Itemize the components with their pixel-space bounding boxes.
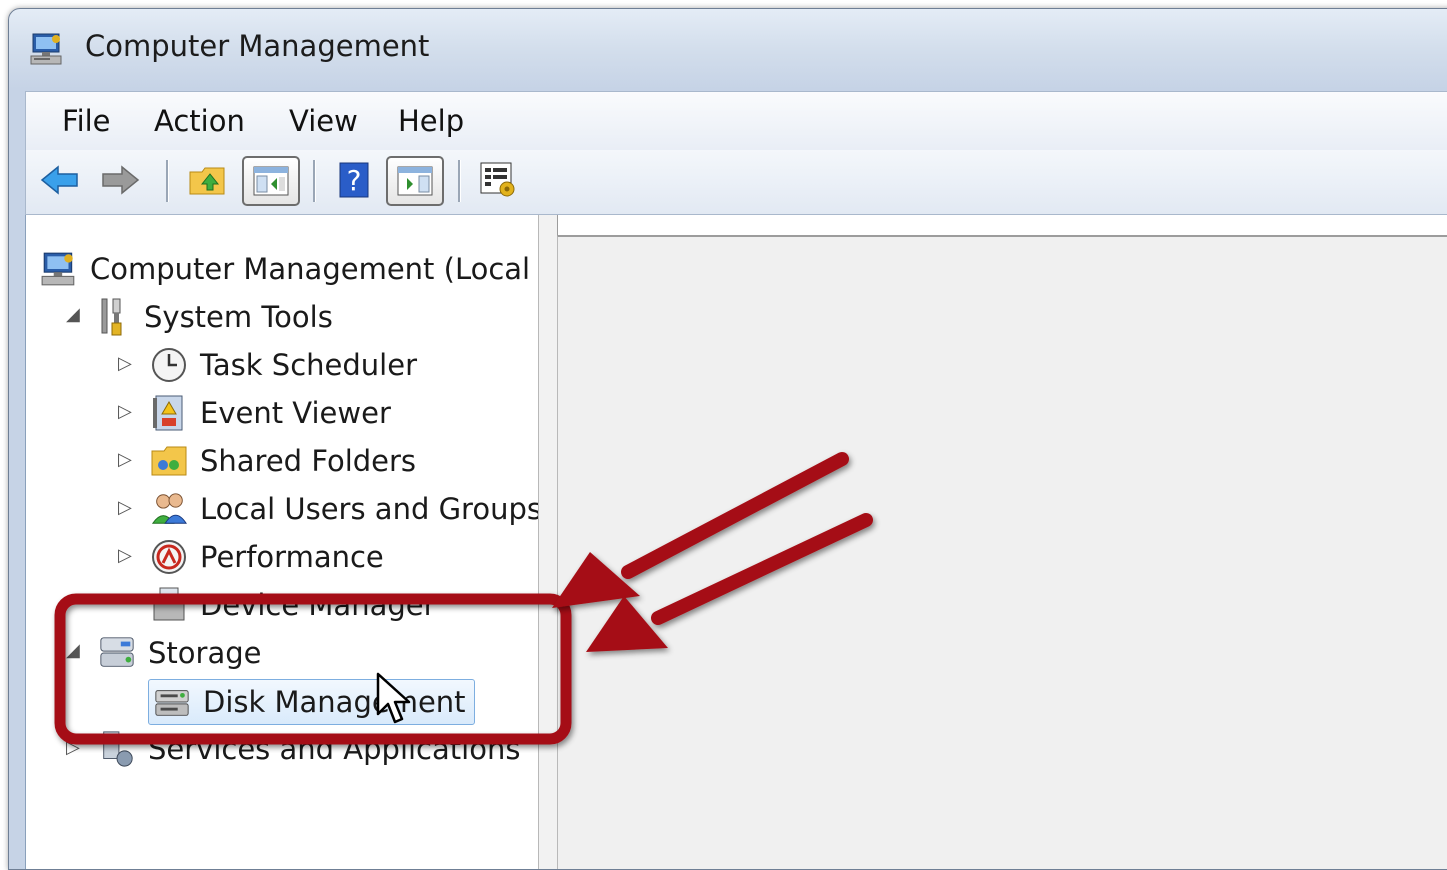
properties-icon xyxy=(480,162,515,197)
tree-item-system-tools[interactable]: System Tools xyxy=(94,295,333,339)
performance-icon xyxy=(150,538,188,576)
tree-item-label: Disk Management xyxy=(203,685,466,719)
back-button[interactable] xyxy=(38,158,82,202)
collapse-arrow-icon[interactable]: ◢ xyxy=(66,304,80,325)
expand-arrow-icon[interactable]: ▷ xyxy=(118,449,132,470)
window-title: Computer Management xyxy=(85,29,430,63)
svg-text:?: ? xyxy=(347,164,362,197)
show-hide-console-tree-button[interactable] xyxy=(242,156,300,206)
services-icon xyxy=(98,730,136,768)
tree-item-storage[interactable]: Storage xyxy=(98,631,261,675)
main-content: Computer Management (Local ◢ System Tool… xyxy=(25,215,1447,869)
computer-management-icon xyxy=(40,250,78,288)
collapse-arrow-icon[interactable]: ◢ xyxy=(66,640,80,661)
action-pane-icon xyxy=(397,166,433,196)
disk-icon xyxy=(153,683,191,721)
toolbar: ? xyxy=(25,150,1447,215)
expand-arrow-icon[interactable]: ▷ xyxy=(118,497,132,518)
help-button[interactable]: ? xyxy=(332,158,376,202)
tree-item-performance[interactable]: Performance xyxy=(150,535,384,579)
forward-arrow-icon xyxy=(102,165,140,195)
computer-management-window: Computer Management File Action View Hel… xyxy=(8,8,1447,870)
device-manager-icon xyxy=(150,586,188,624)
menu-file[interactable]: File xyxy=(56,102,117,140)
tree-item-event-viewer[interactable]: Event Viewer xyxy=(150,391,391,435)
tree-item-label: Storage xyxy=(148,636,262,670)
show-hide-action-pane-button[interactable] xyxy=(386,156,444,206)
help-icon: ? xyxy=(339,162,369,198)
tree-item-disk-management[interactable]: Disk Management xyxy=(148,679,475,725)
tree-item-label: Device Manager xyxy=(200,588,436,622)
back-arrow-icon xyxy=(40,165,78,195)
storage-icon xyxy=(98,634,136,672)
expand-arrow-icon[interactable]: ▷ xyxy=(118,545,132,566)
tree-item-label: Performance xyxy=(200,540,384,574)
tree-item-computer-management[interactable]: Computer Management (Local xyxy=(40,247,530,291)
tree-item-device-manager[interactable]: Device Manager xyxy=(150,583,436,627)
users-icon xyxy=(150,490,188,528)
title-bar: Computer Management xyxy=(9,9,1447,87)
tools-icon xyxy=(94,298,132,336)
console-tree-icon xyxy=(253,166,289,196)
shared-folder-icon xyxy=(150,442,188,480)
tree-item-label: Computer Management (Local xyxy=(90,252,531,286)
toolbar-separator xyxy=(458,160,461,202)
toolbar-separator xyxy=(166,160,169,202)
computer-management-icon xyxy=(30,33,62,65)
tree-item-shared-folders[interactable]: Shared Folders xyxy=(150,439,416,483)
tree-item-task-scheduler[interactable]: Task Scheduler xyxy=(150,343,417,387)
expand-arrow-icon[interactable]: ▷ xyxy=(118,353,132,374)
tree-item-local-users-and-groups[interactable]: Local Users and Groups xyxy=(150,487,538,531)
tree-item-label: Services and Applications xyxy=(148,732,521,766)
pane-splitter[interactable] xyxy=(538,215,558,869)
toolbar-separator xyxy=(313,160,316,202)
console-tree[interactable]: Computer Management (Local ◢ System Tool… xyxy=(26,229,538,869)
event-log-icon xyxy=(150,394,188,432)
menu-bar: File Action View Help xyxy=(25,91,1447,150)
details-pane xyxy=(557,235,1447,869)
tree-item-services-and-applications[interactable]: Services and Applications xyxy=(98,727,520,771)
up-one-level-button[interactable] xyxy=(186,158,230,202)
menu-view[interactable]: View xyxy=(283,102,364,140)
expand-arrow-icon[interactable]: ▷ xyxy=(118,401,132,422)
forward-button[interactable] xyxy=(98,158,142,202)
tree-item-label: Local Users and Groups xyxy=(200,492,538,526)
expand-arrow-icon[interactable]: ▷ xyxy=(66,737,80,758)
mouse-cursor-icon xyxy=(376,672,411,724)
tree-item-label: Event Viewer xyxy=(200,396,391,430)
menu-help[interactable]: Help xyxy=(392,102,470,140)
tree-item-label: Task Scheduler xyxy=(200,348,417,382)
properties-button[interactable] xyxy=(476,158,520,202)
menu-action[interactable]: Action xyxy=(148,102,251,140)
tree-item-label: Shared Folders xyxy=(200,444,417,478)
tree-item-label: System Tools xyxy=(144,300,333,334)
up-folder-icon xyxy=(189,167,225,195)
clock-icon xyxy=(150,346,188,384)
